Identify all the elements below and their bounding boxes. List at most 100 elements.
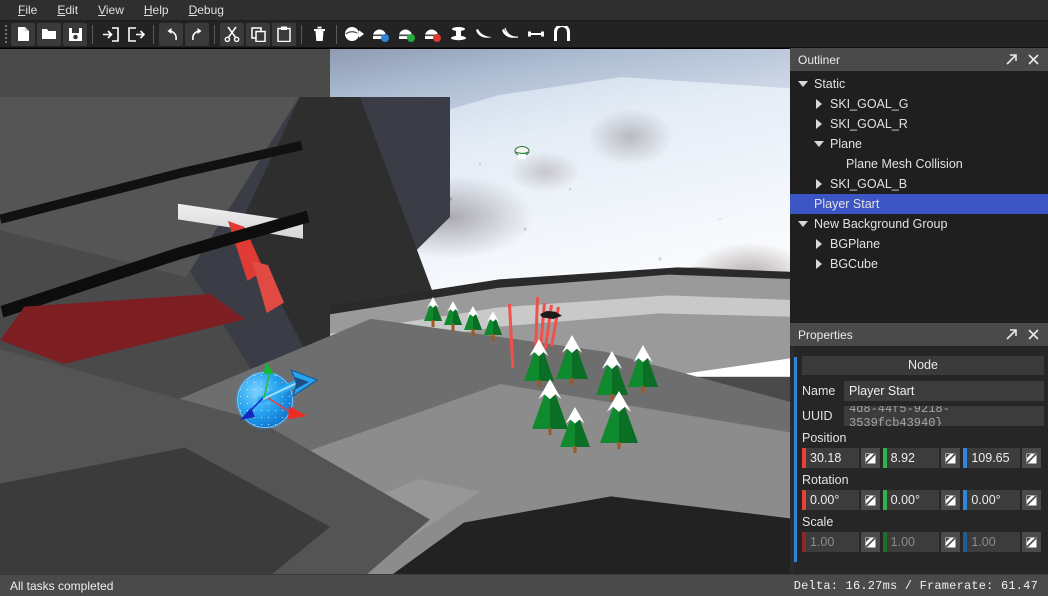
rotation-x-input[interactable]: 0.00° <box>806 490 859 510</box>
cut-icon[interactable] <box>220 22 244 46</box>
player-start-gizmo[interactable] <box>237 354 323 428</box>
scale-vector-row: 1.00 1.00 1.00 <box>802 532 1044 552</box>
position-y-unlink-icon[interactable] <box>941 448 961 468</box>
name-input[interactable]: Player Start <box>844 380 1044 401</box>
outliner-row-ski-goal-r[interactable]: SKI_GOAL_R <box>790 114 1048 134</box>
editor-window: File Edit View Help Debug Outliner Stati… <box>0 0 1048 596</box>
open-folder-icon[interactable] <box>37 22 61 46</box>
properties-close-icon[interactable] <box>1022 325 1044 345</box>
outliner-row-label: Plane Mesh Collision <box>846 157 963 171</box>
position-x-unlink-icon[interactable] <box>860 448 880 468</box>
caret-right-icon[interactable] <box>812 114 826 134</box>
undo-icon[interactable] <box>159 22 183 46</box>
arch-icon[interactable] <box>550 23 574 46</box>
outliner-row-label: New Background Group <box>814 217 948 231</box>
tree <box>464 306 482 336</box>
outliner-row-player-start[interactable]: Player Start <box>790 194 1048 214</box>
position-y-input[interactable]: 8.92 <box>886 448 940 468</box>
helmet-red-icon[interactable] <box>420 23 444 46</box>
rotation-y-unlink-icon[interactable] <box>941 490 961 510</box>
right-dock: Outliner Static SKI_GOAL_G SKI_GOAL_R Plane… <box>790 48 1048 574</box>
dumbbell-icon[interactable] <box>524 23 548 46</box>
properties-title: Properties <box>798 327 853 342</box>
menu-view[interactable]: View <box>88 1 134 19</box>
menu-file-rest: ile <box>25 3 38 17</box>
delete-icon[interactable] <box>307 23 331 46</box>
menu-edit[interactable]: Edit <box>47 1 88 19</box>
viewport-3d[interactable] <box>0 48 790 574</box>
menu-bar: File Edit View Help Debug <box>0 0 1048 21</box>
menu-help[interactable]: Help <box>134 1 179 19</box>
outliner-close-icon[interactable] <box>1022 50 1044 70</box>
position-z-input[interactable]: 109.65 <box>967 448 1021 468</box>
outliner-popout-icon[interactable] <box>1000 50 1022 70</box>
uuid-label: UUID <box>802 408 833 423</box>
rotation-x-cell: 0.00° <box>802 490 883 510</box>
tree <box>628 345 658 393</box>
rotation-y-input[interactable]: 0.00° <box>886 490 940 510</box>
scale-z-input[interactable]: 1.00 <box>967 532 1021 552</box>
scale-x-unlink-icon[interactable] <box>860 532 880 552</box>
outliner-row-bgplane[interactable]: BGPlane <box>790 234 1048 254</box>
skier-model <box>512 145 532 167</box>
outliner-row-label: Player Start <box>814 197 880 211</box>
outliner-row-ski-goal-g[interactable]: SKI_GOAL_G <box>790 94 1048 114</box>
import-icon[interactable] <box>98 23 122 46</box>
save-icon[interactable] <box>63 22 87 46</box>
outliner-row-plane-mesh-collision[interactable]: Plane Mesh Collision <box>790 154 1048 174</box>
menu-debug-mnemonic: D <box>188 3 198 17</box>
outliner-tree[interactable]: Static SKI_GOAL_G SKI_GOAL_R Plane Plane Mes… <box>790 72 1048 323</box>
uuid-field-row: UUID 4d8-44f5-9218-3539fcb43940} <box>802 405 1044 426</box>
cylinder-icon[interactable] <box>446 23 470 46</box>
tree <box>556 335 588 385</box>
caret-right-icon[interactable] <box>812 254 826 274</box>
helmet-green-icon[interactable] <box>394 23 418 46</box>
outliner-row-label: SKI_GOAL_B <box>830 177 908 191</box>
caret-down-icon[interactable] <box>796 214 810 234</box>
scale-label: Scale <box>802 515 834 529</box>
new-file-icon[interactable] <box>11 22 35 46</box>
outliner-title: Outliner <box>798 52 841 67</box>
scale-z-unlink-icon[interactable] <box>1022 532 1042 552</box>
menu-file[interactable]: File <box>8 1 47 19</box>
scale-x-input[interactable]: 1.00 <box>806 532 859 552</box>
position-z-unlink-icon[interactable] <box>1022 448 1042 468</box>
rotation-x-unlink-icon[interactable] <box>860 490 880 510</box>
name-field-row: Name Player Start <box>802 380 1044 401</box>
menu-debug[interactable]: Debug <box>179 1 234 19</box>
caret-down-icon[interactable] <box>812 134 826 154</box>
outliner-row-label: BGCube <box>830 257 878 271</box>
curve-icon[interactable] <box>472 23 496 46</box>
toolbar-separator-3 <box>214 24 215 44</box>
outliner-row-ski-goal-b[interactable]: SKI_GOAL_B <box>790 174 1048 194</box>
sphere-arrow-icon[interactable] <box>342 23 366 46</box>
caret-right-icon[interactable] <box>812 174 826 194</box>
helmet-blue-icon[interactable] <box>368 23 392 46</box>
position-x-input[interactable]: 30.18 <box>806 448 859 468</box>
caret-right-icon[interactable] <box>812 94 826 114</box>
curves-icon[interactable] <box>498 23 522 46</box>
menu-view-rest: iew <box>105 3 124 17</box>
outliner-row-static[interactable]: Static <box>790 74 1048 94</box>
tree <box>424 297 442 327</box>
scale-y-unlink-icon[interactable] <box>941 532 961 552</box>
outliner-row-plane[interactable]: Plane <box>790 134 1048 154</box>
outliner-header: Outliner <box>790 48 1048 72</box>
rotation-z-input[interactable]: 0.00° <box>967 490 1021 510</box>
menu-view-mnemonic: V <box>98 3 106 17</box>
uuid-input[interactable]: 4d8-44f5-9218-3539fcb43940} <box>844 405 1044 426</box>
scale-y-input[interactable]: 1.00 <box>886 532 940 552</box>
rotation-z-unlink-icon[interactable] <box>1022 490 1042 510</box>
menu-debug-rest: ebug <box>197 3 224 17</box>
paste-icon[interactable] <box>272 22 296 46</box>
main-area: Outliner Static SKI_GOAL_G SKI_GOAL_R Plane… <box>0 48 1048 574</box>
export-icon[interactable] <box>124 23 148 46</box>
redo-icon[interactable] <box>185 22 209 46</box>
properties-popout-icon[interactable] <box>1000 325 1022 345</box>
caret-down-icon[interactable] <box>796 74 810 94</box>
caret-right-icon[interactable] <box>812 234 826 254</box>
toolbar-drag-handle[interactable] <box>2 23 10 45</box>
outliner-row-bgcube[interactable]: BGCube <box>790 254 1048 274</box>
outliner-row-new-background-group[interactable]: New Background Group <box>790 214 1048 234</box>
copy-icon[interactable] <box>246 22 270 46</box>
